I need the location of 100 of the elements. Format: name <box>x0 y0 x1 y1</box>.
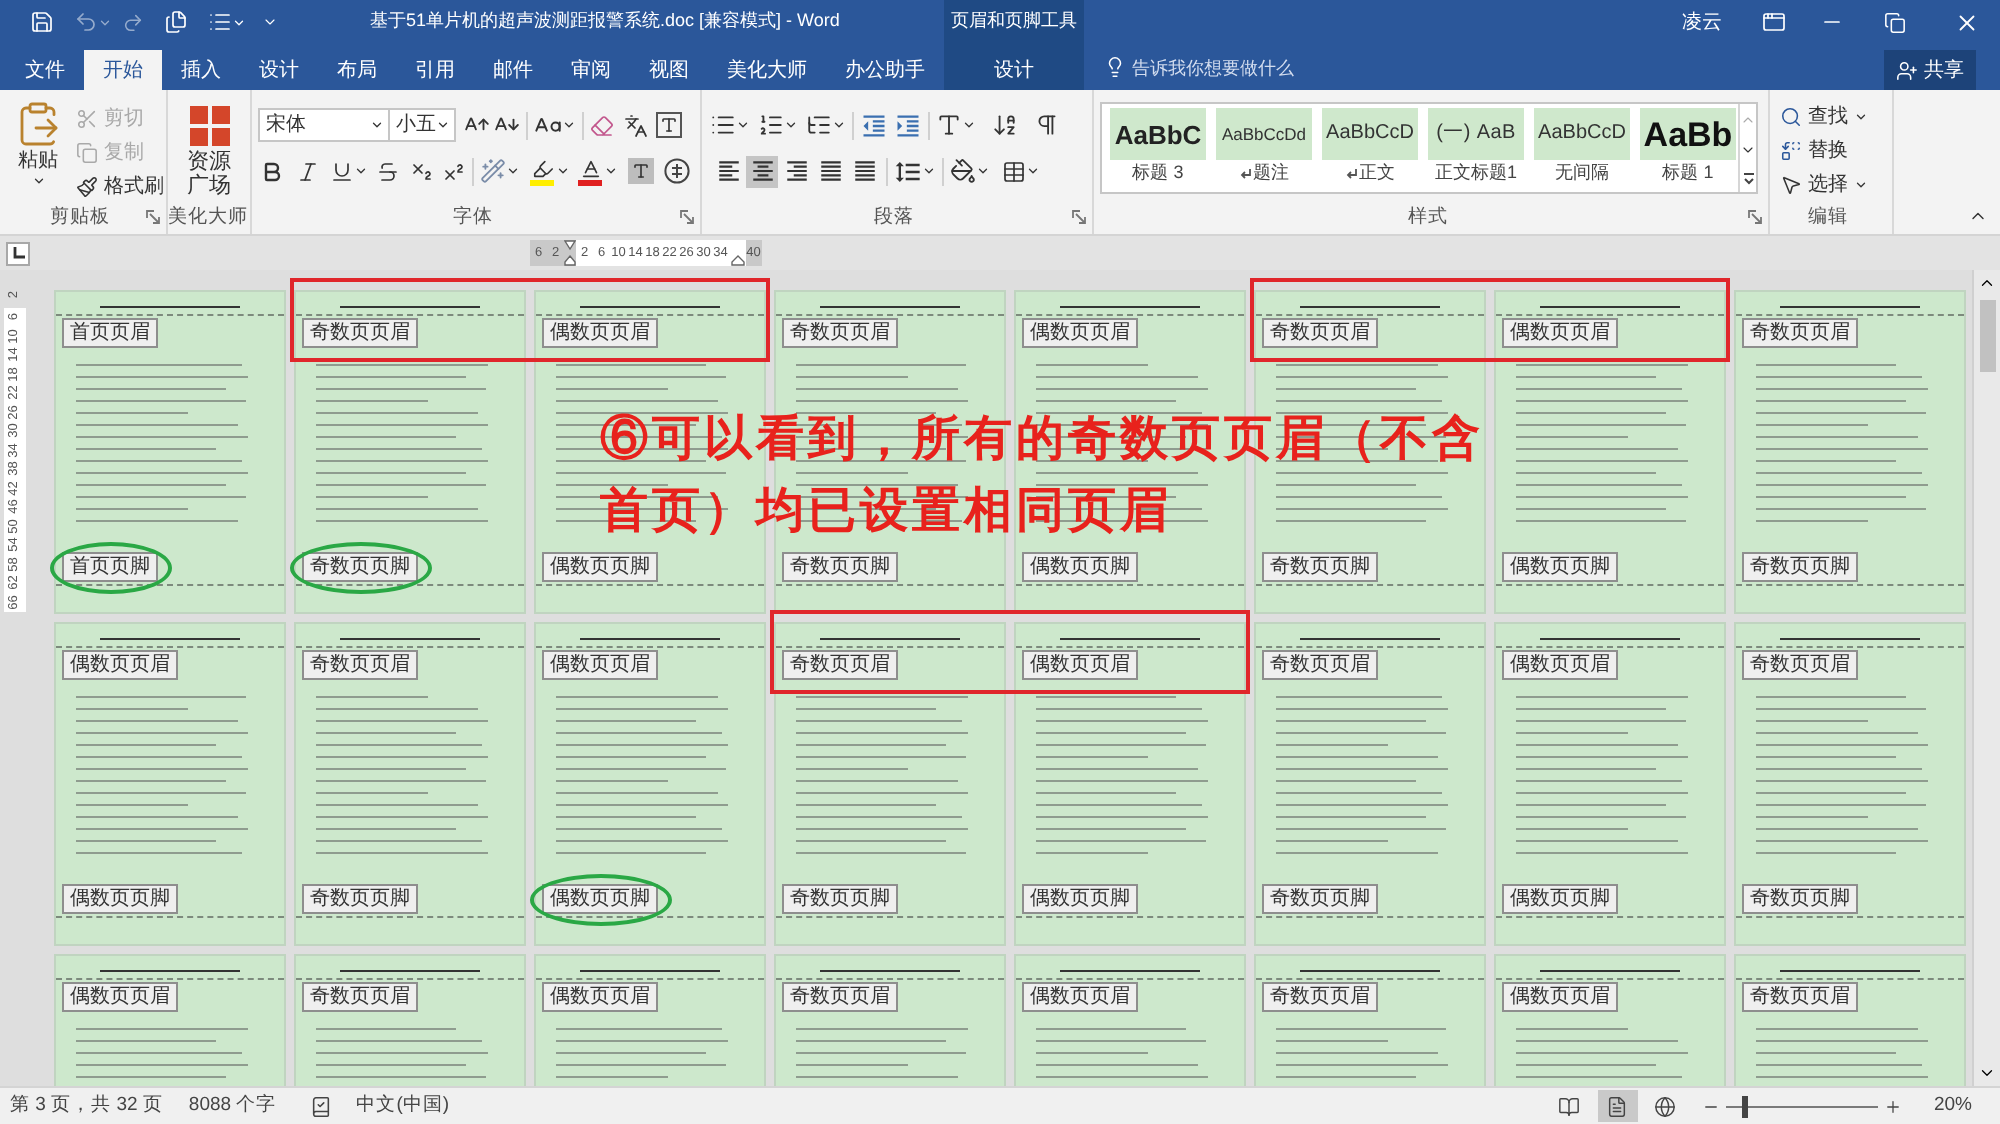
caret-icon[interactable] <box>922 164 936 178</box>
vertical-scrollbar[interactable] <box>1972 270 2000 1086</box>
pages-icon[interactable] <box>164 10 188 34</box>
paint-bucket-icon[interactable] <box>950 158 976 184</box>
caret-icon[interactable] <box>1854 110 1868 124</box>
bold-icon[interactable] <box>260 159 284 183</box>
font-color-icon[interactable] <box>576 156 604 186</box>
user-name[interactable]: 凌云 <box>1682 7 1722 37</box>
italic-icon[interactable] <box>296 159 320 183</box>
caret-icon[interactable] <box>31 174 45 188</box>
decrease-indent-icon[interactable] <box>860 111 888 139</box>
replace-icon[interactable] <box>1780 140 1802 162</box>
paintbrush-icon[interactable] <box>76 176 98 198</box>
caret-icon[interactable] <box>232 15 246 29</box>
zoom-in-icon[interactable] <box>1883 1097 1902 1115</box>
numbering-icon[interactable] <box>758 112 784 138</box>
superscript-icon[interactable] <box>442 159 466 183</box>
print-layout-icon[interactable] <box>1597 1090 1638 1122</box>
format-painter-button[interactable]: 格式刷 <box>76 172 164 202</box>
ribbon-tab[interactable]: 办公助手 <box>826 50 944 90</box>
caret-icon[interactable] <box>370 118 384 132</box>
scroll-up-icon[interactable] <box>1978 274 1996 292</box>
align-center-icon[interactable] <box>746 155 778 187</box>
style-preview[interactable]: (一) AaB <box>1428 108 1524 160</box>
dialog-launcher-icon[interactable] <box>1072 210 1086 224</box>
dialog-launcher-icon[interactable] <box>146 210 160 224</box>
ribbon-tab[interactable]: 邮件 <box>474 50 552 90</box>
style-preview[interactable]: AaBb <box>1640 108 1736 160</box>
ribbon-tab[interactable]: 视图 <box>630 50 708 90</box>
save-icon[interactable] <box>30 10 54 34</box>
replace-button[interactable]: 替换 <box>1780 136 1892 166</box>
user-plus-icon[interactable] <box>1896 59 1918 81</box>
zoom-slider[interactable] <box>1725 1095 1878 1117</box>
line-spacing-icon[interactable] <box>894 157 922 185</box>
caret-icon[interactable] <box>736 118 750 132</box>
word-count[interactable]: 8088 个字 <box>188 1091 277 1121</box>
ribbon-tab[interactable]: 审阅 <box>552 50 630 90</box>
paste-button[interactable]: 粘贴 <box>4 100 72 200</box>
enclosed-character-icon[interactable] <box>664 158 690 184</box>
caret-icon[interactable] <box>976 164 990 178</box>
strikethrough-icon[interactable] <box>376 159 400 183</box>
lightbulb-icon[interactable] <box>1104 56 1126 78</box>
caret-icon[interactable] <box>562 118 576 132</box>
more-styles-icon[interactable] <box>1741 171 1755 185</box>
caret-icon[interactable] <box>784 118 798 132</box>
dialog-launcher-icon[interactable] <box>680 210 694 224</box>
multilevel-list-icon[interactable] <box>806 112 832 138</box>
language-status[interactable]: 中文(中国) <box>356 1091 450 1121</box>
zoom-level[interactable]: 20% <box>1933 1091 1972 1121</box>
indent-marker-icon[interactable] <box>564 240 576 266</box>
font-name-combobox[interactable]: 宋体 <box>258 108 390 142</box>
ribbon-tab[interactable]: 引用 <box>396 50 474 90</box>
customize-caret-icon[interactable] <box>262 14 278 30</box>
style-preview[interactable]: AaBbC <box>1110 108 1206 160</box>
style-preview[interactable]: AaBbCcDd <box>1216 108 1312 160</box>
ribbon-tab[interactable]: 美化大师 <box>708 50 826 90</box>
caret-icon[interactable] <box>1026 164 1040 178</box>
font-size-combobox[interactable]: 小五 <box>388 108 456 142</box>
ribbon-tab[interactable]: 文件 <box>6 50 84 90</box>
ribbon-display-icon[interactable] <box>1762 10 1786 34</box>
ribbon-tab[interactable]: 设计 <box>240 50 318 90</box>
sort-icon[interactable] <box>992 112 1018 138</box>
caret-icon[interactable] <box>506 164 520 178</box>
underline-icon[interactable] <box>330 159 354 183</box>
phonetic-guide-icon[interactable] <box>624 113 648 137</box>
caret-icon[interactable] <box>354 164 368 178</box>
caret-icon[interactable] <box>436 118 450 132</box>
increase-indent-icon[interactable] <box>894 111 922 139</box>
highlighter-icon[interactable] <box>528 156 556 186</box>
caret-icon[interactable] <box>832 118 846 132</box>
ribbon-tab[interactable]: 开始 <box>84 50 162 90</box>
style-preview[interactable]: AaBbCcD <box>1534 108 1630 160</box>
ribbon-tab[interactable]: 插入 <box>162 50 240 90</box>
resource-square-button[interactable]: 资源广场 <box>168 90 250 198</box>
ribbon-tab[interactable]: 布局 <box>318 50 396 90</box>
caret-icon[interactable] <box>962 118 976 132</box>
text-icon[interactable] <box>936 112 962 138</box>
pointer-icon[interactable] <box>1780 174 1802 196</box>
eraser-icon[interactable] <box>590 113 614 137</box>
search-icon[interactable] <box>1780 106 1802 128</box>
proofing-icon[interactable] <box>310 1095 333 1117</box>
restore-icon[interactable] <box>1884 11 1906 33</box>
scroll-down-icon[interactable] <box>1978 1064 1996 1082</box>
scrollbar-thumb[interactable] <box>1979 300 1995 372</box>
caret-icon[interactable] <box>1854 178 1868 192</box>
style-preview[interactable]: AaBbCcD <box>1322 108 1418 160</box>
find-button[interactable]: 查找 <box>1780 102 1892 132</box>
caret-icon[interactable] <box>604 164 618 178</box>
caret-icon[interactable] <box>556 164 570 178</box>
subscript-icon[interactable] <box>410 159 434 183</box>
tell-me-field[interactable]: 告诉我你想要做什么 <box>1132 51 1332 83</box>
pilcrow-icon[interactable] <box>1034 112 1060 138</box>
select-button[interactable]: 选择 <box>1780 170 1892 200</box>
character-shading-icon[interactable] <box>628 158 654 184</box>
share-button[interactable]: 共享 <box>1884 50 1976 90</box>
borders-icon[interactable] <box>1002 159 1026 183</box>
dialog-launcher-icon[interactable] <box>1748 210 1762 224</box>
character-border-icon[interactable] <box>656 112 682 138</box>
zoom-slider-thumb[interactable] <box>1741 1095 1748 1117</box>
tab-stop-icon[interactable] <box>6 241 30 265</box>
